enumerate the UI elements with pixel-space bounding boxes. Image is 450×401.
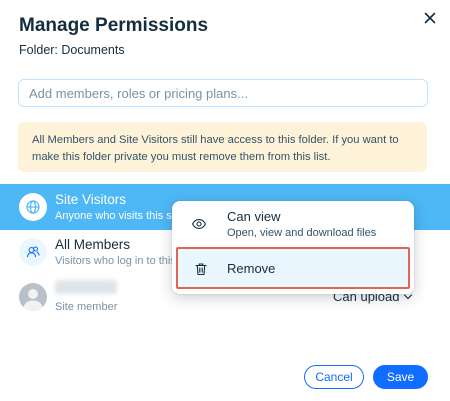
close-button[interactable] — [420, 8, 440, 28]
site-visitors-description: Anyone who visits this site — [55, 210, 184, 222]
eye-icon — [191, 219, 207, 229]
save-button[interactable]: Save — [373, 365, 428, 389]
search-input[interactable] — [18, 79, 428, 107]
all-members-name: All Members — [55, 237, 131, 252]
close-icon — [424, 12, 436, 24]
all-members-avatar — [19, 238, 47, 266]
permission-context-menu: Can view Open, view and download files R… — [172, 201, 414, 294]
dialog-subtitle: Folder: Documents — [19, 43, 125, 57]
avatar-icon — [23, 289, 43, 311]
can-view-label: Can view — [227, 209, 281, 224]
user-avatar — [19, 283, 47, 311]
site-visitors-name: Site Visitors — [55, 192, 127, 207]
user-role: Site member — [55, 301, 118, 313]
cancel-button[interactable]: Cancel — [304, 365, 364, 389]
members-icon — [26, 246, 40, 258]
trash-icon — [195, 263, 207, 276]
dialog-title: Manage Permissions — [19, 15, 209, 36]
globe-icon — [26, 200, 40, 214]
menu-item-can-view[interactable]: Can view Open, view and download files — [172, 201, 414, 245]
remove-label: Remove — [227, 261, 276, 276]
access-notice: All Members and Site Visitors still have… — [18, 122, 427, 172]
user-name-redacted — [55, 280, 117, 294]
manage-permissions-dialog: Manage Permissions Folder: Documents All… — [0, 0, 450, 401]
site-visitors-avatar — [19, 193, 47, 221]
can-view-description: Open, view and download files — [227, 227, 377, 239]
menu-item-remove[interactable]: Remove — [176, 247, 410, 289]
